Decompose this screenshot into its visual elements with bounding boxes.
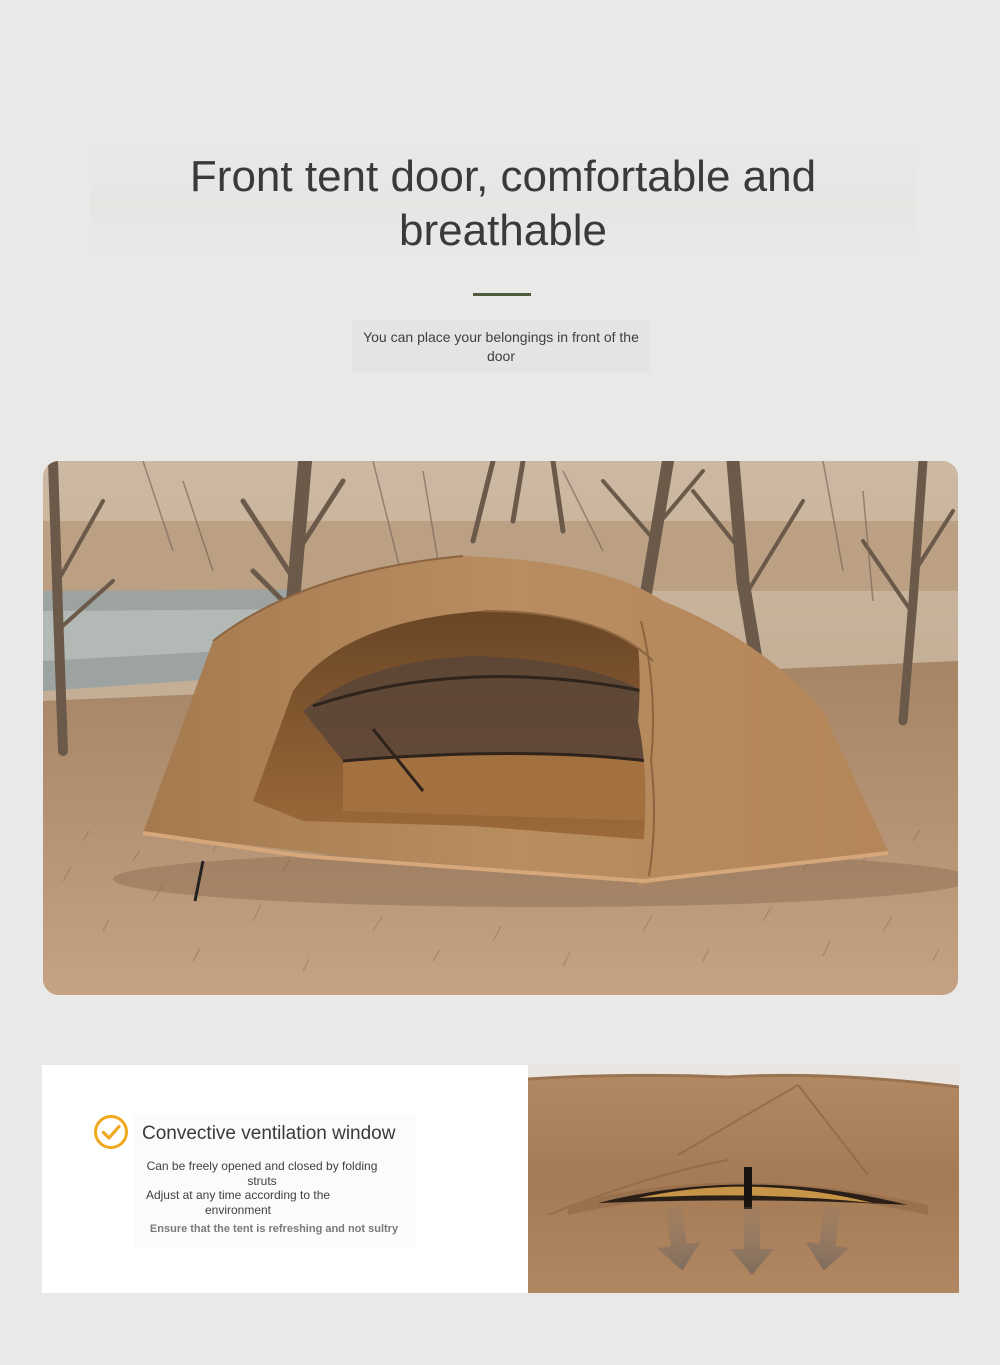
page-title: Front tent door, comfortable and breatha… [189,152,817,255]
ventilation-window-photo [528,1065,959,1293]
feature-card: Convective ventilation window Can be fre… [42,1065,528,1293]
feature-title: Convective ventilation window [142,1123,396,1144]
tent-photo [43,461,958,995]
ventilation-window-illustration [528,1065,959,1293]
feature-line-2: Adjust at any time according to the envi… [145,1188,331,1217]
tent-photo-illustration [43,461,958,995]
check-circle-icon [93,1114,129,1150]
page-subtitle: You can place your belongings in front o… [363,329,639,364]
feature-line-1: Can be freely opened and closed by foldi… [146,1159,378,1188]
feature-note: Ensure that the tent is refreshing and n… [149,1223,399,1235]
title-divider [473,293,531,296]
